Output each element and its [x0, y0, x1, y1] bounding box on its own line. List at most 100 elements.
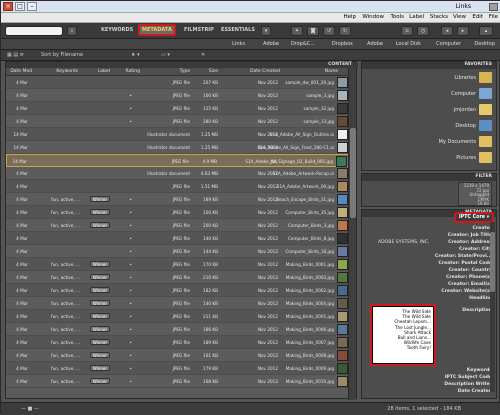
table-row[interactable]: sample_32.jpg Nov 2012 125 KB JPEG file • 4 M… — [6, 102, 350, 115]
table-row[interactable]: S1A_Adobe_All_Signage_02_Build_001.jpg Ja… — [6, 154, 350, 167]
table-row[interactable]: Computer_Birds_8.jpg Nov 2012 140 KB JPEG f… — [6, 232, 350, 245]
tab-content[interactable]: CONTENT — [328, 62, 352, 67]
menu-view[interactable]: View — [453, 14, 466, 20]
workspace-metadata[interactable]: METADATA — [138, 24, 176, 36]
favorite-item[interactable]: Computer — [451, 91, 476, 97]
workspace-menu-icon[interactable]: ▾ — [261, 26, 271, 36]
breadcrumb-item[interactable]: Desktop — [474, 41, 495, 47]
table-row[interactable]: Making_Birds_0010.jpg Nov 2012 168 KB JPEG … — [6, 375, 350, 388]
table-row[interactable]: Making_Birds_0003.jpg Nov 2012 210 KB JPEG … — [6, 271, 350, 284]
col-rating[interactable]: Rating — [125, 69, 140, 74]
view-mode-icon[interactable]: ▦ ▤ ≡ — [7, 52, 24, 58]
table-row[interactable]: Computer_Birds_3.jpg Nov 2012 200 KB JPEG f… — [6, 219, 350, 232]
table-row[interactable]: Making_Birds_0006.jpg Nov 2012 186 KB JPEG … — [6, 323, 350, 336]
metadata-field[interactable]: Creator: Phone(s) — [364, 275, 494, 282]
breadcrumb-item[interactable]: Adobe — [263, 41, 279, 47]
table-row[interactable]: Making_Birds_0009.jpg Nov 2012 179 KB JPEG … — [6, 362, 350, 375]
table-row[interactable]: Computer_Birds_35.jpg Nov 2012 100 KB JPEG … — [6, 206, 350, 219]
col-type[interactable]: Type — [180, 69, 190, 74]
search-input[interactable] — [5, 26, 63, 36]
refine-icon[interactable]: ✦ — [291, 26, 303, 36]
maximize-icon[interactable]: □ — [15, 2, 25, 11]
table-row[interactable]: sample_dw_001_20.jpg Nov 2012 207 KB JPEG f… — [6, 76, 350, 89]
metadata-field[interactable]: Creator: Email(s) — [364, 282, 494, 289]
forward-icon[interactable]: ▸ — [457, 26, 469, 36]
table-row[interactable]: Making_Birds_0007.jpg Nov 2012 189 KB JPEG … — [6, 336, 350, 349]
favorite-item[interactable]: Pictures — [456, 155, 476, 161]
table-row[interactable]: S1A_Adobe_Artwork_00.jpg Nov 2012 1.51 MB J… — [6, 180, 350, 193]
table-row[interactable]: Computer_Birds_18.jpg Nov 2012 144 KB JPEG … — [6, 245, 350, 258]
table-row[interactable]: Making_Birds_0005.jpg Nov 2012 211 KB JPEG … — [6, 310, 350, 323]
close-icon[interactable]: × — [3, 2, 13, 11]
back-icon[interactable]: ◂ — [441, 26, 453, 36]
trash-icon[interactable]: ✕ — [201, 52, 205, 58]
scrollbar-thumb[interactable] — [350, 128, 356, 218]
menu-window[interactable]: Window — [362, 14, 384, 20]
breadcrumb-item[interactable]: Computer — [436, 41, 461, 47]
table-row[interactable]: S1A_Adobe_All_Sign_Frost_280-C1.ai Nov 20… — [6, 141, 350, 154]
breadcrumb-item[interactable]: Dropbox — [332, 41, 353, 47]
menu-stacks[interactable]: Stacks — [430, 14, 448, 20]
menu-tools[interactable]: Tools — [390, 14, 404, 20]
table-row[interactable]: Making_Birds_0001.jpg Nov 2012 170 KB JPEG … — [6, 258, 350, 271]
metadata-field[interactable]: IPTC Subject Code — [364, 375, 494, 382]
menu-help[interactable]: Help — [343, 14, 356, 20]
menu-label[interactable]: Label — [409, 14, 424, 20]
table-row[interactable]: Making_Birds_0002.jpg Nov 2012 182 KB JPEG … — [6, 284, 350, 297]
metadata-field[interactable]: Keywords — [364, 368, 494, 375]
rotate-right-icon[interactable]: ↻ — [339, 26, 351, 36]
workspace-essentials[interactable]: ESSENTIALS — [221, 27, 255, 33]
minimize-icon[interactable]: – — [27, 2, 37, 11]
content-scrollbar[interactable] — [348, 68, 356, 400]
col-label[interactable]: Label — [98, 69, 110, 74]
table-row[interactable]: Making_Birds_0008.jpg Nov 2012 161 KB JPEG … — [6, 349, 350, 362]
reveal-icon[interactable]: ⌂ — [401, 26, 413, 36]
metadata-field[interactable]: Creator — [364, 226, 494, 233]
description-textarea[interactable]: The Wild Side The Wild Side Cheetah Lepsm.… — [370, 304, 436, 366]
breadcrumb-item[interactable]: Drop&C... — [291, 41, 315, 47]
workspace-filmstrip[interactable]: FILMSTRIP — [184, 27, 214, 33]
tab-favorites[interactable]: FAVORITES — [465, 62, 493, 67]
favorite-item[interactable]: Libraries — [454, 75, 476, 81]
col-size[interactable]: Size — [209, 69, 218, 74]
filter-stars-icon[interactable]: ★ ▾ — [131, 52, 140, 58]
metadata-field[interactable]: Creator: State/Provi... — [364, 254, 494, 261]
camera-icon[interactable]: ◙ — [307, 26, 319, 36]
iptc-core-section[interactable]: IPTC Core ▾ — [454, 212, 494, 223]
table-row[interactable]: sample_13.jpg Nov 2012 280 KB JPEG file • 4 M… — [6, 115, 350, 128]
favorite-item[interactable]: jmjordan — [454, 107, 476, 113]
breadcrumb-item[interactable]: Adobe — [367, 41, 383, 47]
breadcrumb-item[interactable]: Local Disk — [396, 41, 421, 47]
col-keywords[interactable]: Keywords — [56, 69, 78, 74]
sort-dropdown[interactable]: Sort by Filename — [41, 52, 83, 58]
metadata-field[interactable]: Description Writer — [364, 382, 494, 389]
metadata-field[interactable]: Creator: City — [364, 247, 494, 254]
col-name[interactable]: Name — [325, 69, 338, 74]
table-row[interactable]: sample_3.jpg Nov 2012 100 KB JPEG file • 4 Ma… — [6, 89, 350, 102]
metadata-field[interactable]: Creator: Job Title — [364, 233, 494, 240]
recent-icon[interactable]: ◷ — [417, 26, 429, 36]
metadata-field[interactable]: Date Created — [364, 389, 494, 396]
go-up-icon[interactable]: ▴ — [479, 26, 493, 36]
new-folder-icon[interactable]: ▭ ▾ — [161, 52, 170, 58]
col-date-modified[interactable]: Date Mod — [10, 69, 32, 74]
rotate-left-icon[interactable]: ↺ — [323, 26, 335, 36]
menu-edit[interactable]: Edit — [472, 14, 483, 20]
metadata-field[interactable]: Creator: Country — [364, 268, 494, 275]
metadata-scrollbar[interactable] — [490, 222, 495, 392]
table-row[interactable]: S1A_Adobe_Artwork-Recap.ai Nov 2012 4.63 M… — [6, 167, 350, 180]
favorite-item[interactable]: Desktop — [455, 123, 476, 129]
table-row[interactable]: Beach_Escape_Birds_31.jpg Nov 2012 189 KB J… — [6, 193, 350, 206]
metadata-field[interactable]: Creator: Website(s) — [364, 289, 494, 296]
table-row[interactable]: Making_Birds_0004.jpg Nov 2012 140 KB JPEG … — [6, 297, 350, 310]
menu-file[interactable]: File — [489, 14, 498, 20]
metadata-field[interactable]: Creator: Address ADOBE SYSTEMS, INC. — [364, 240, 494, 247]
thumbnail-slider[interactable]: — ■ — — [21, 406, 39, 412]
col-date-created[interactable]: Date Created — [250, 69, 280, 74]
table-row[interactable]: S1A_Adobe_All_Sign_Outline.ai Nov 2012 1.2… — [6, 128, 350, 141]
workspace-keywords[interactable]: KEYWORDS — [101, 27, 133, 33]
tab-filter[interactable]: FILTER — [476, 174, 492, 179]
metadata-field[interactable]: Creator: Postal Code — [364, 261, 494, 268]
favorite-item[interactable]: My Documents — [439, 139, 476, 145]
search-icon[interactable]: ⌕ — [67, 26, 77, 36]
